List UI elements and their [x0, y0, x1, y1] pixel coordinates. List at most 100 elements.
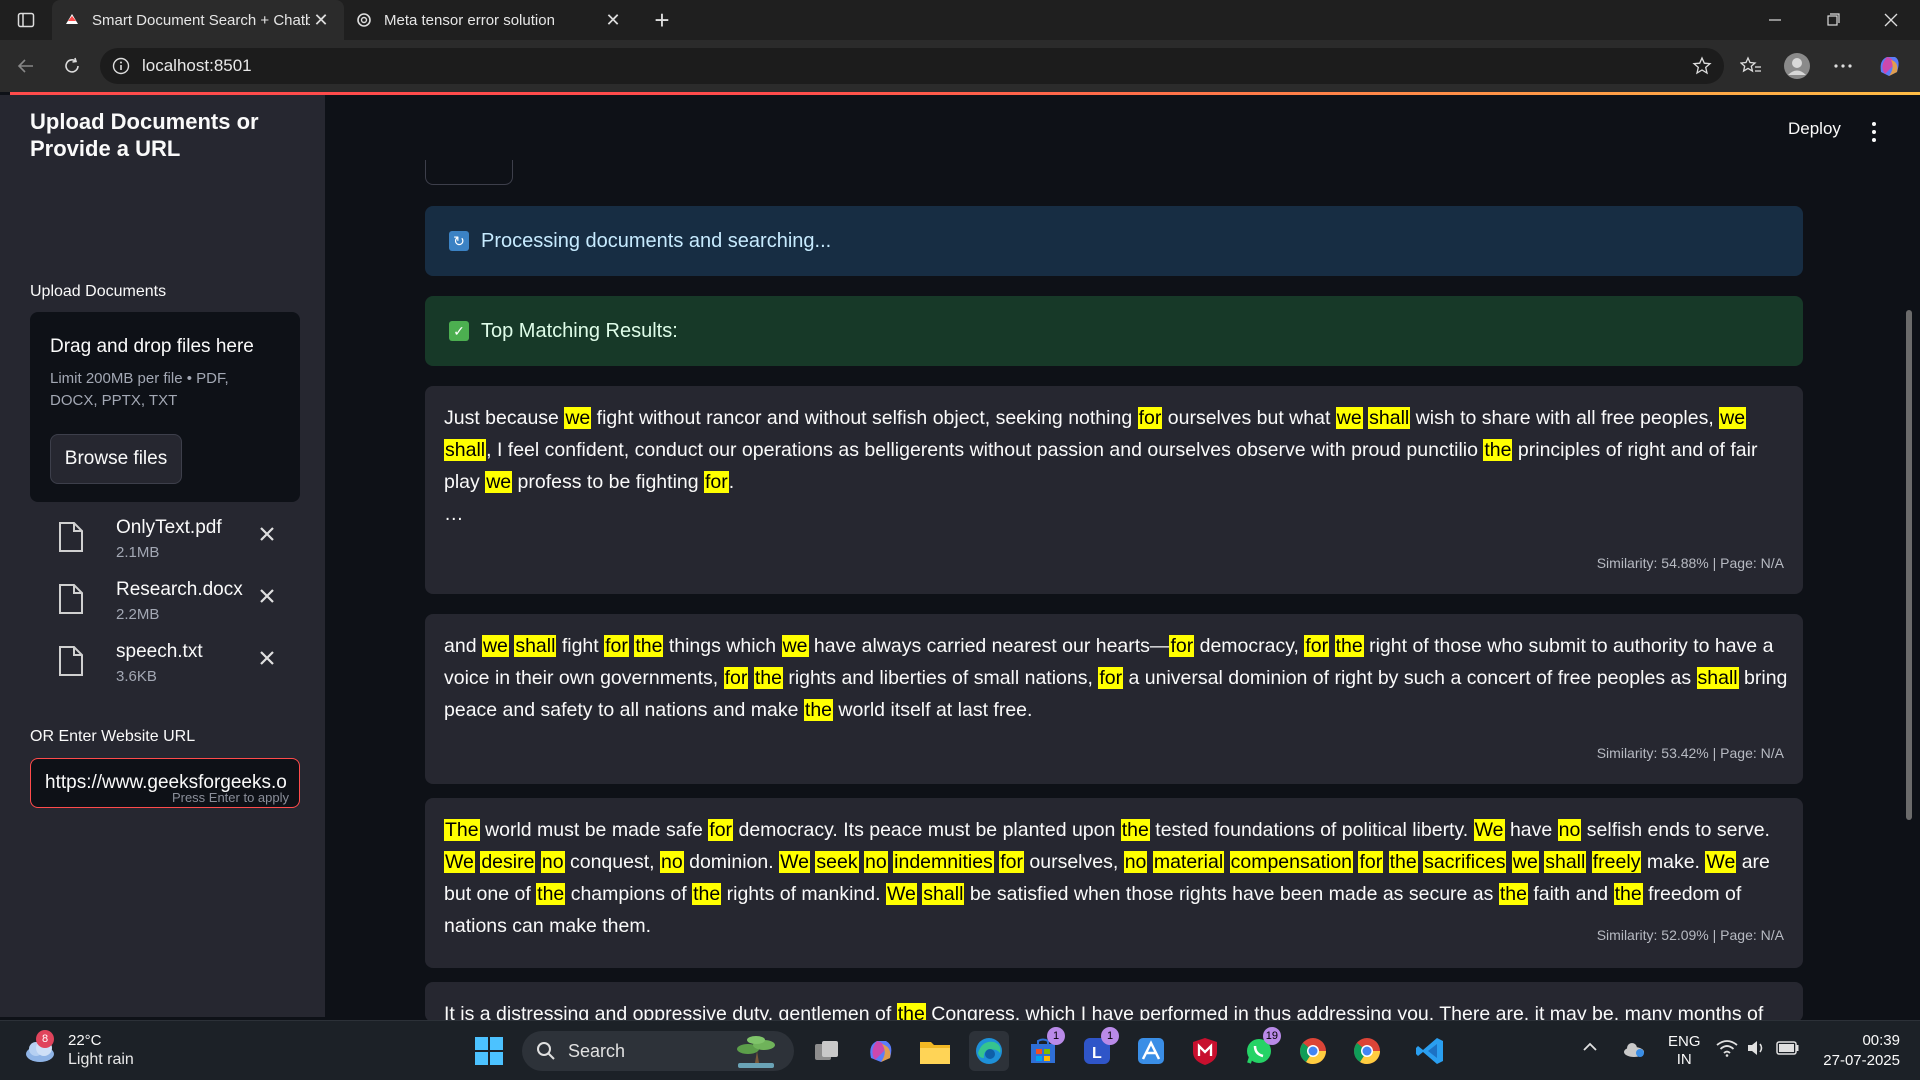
whatsapp-icon[interactable]: 19	[1239, 1027, 1281, 1071]
file-icon	[59, 584, 83, 614]
weather-desc: Light rain	[68, 1051, 134, 1068]
close-window-icon[interactable]	[1862, 0, 1920, 40]
file-size: 3.6KB	[116, 668, 157, 685]
more-options-icon[interactable]	[1820, 44, 1866, 88]
language-code: ENG	[1668, 1033, 1701, 1050]
l-app-icon[interactable]: L1	[1077, 1027, 1119, 1071]
website-url-field[interactable]: Press Enter to apply	[30, 758, 300, 808]
dropzone-limit: Limit 200MB per file • PDF, DOCX, PPTX, …	[50, 370, 229, 409]
chrome-profile-icon[interactable]	[1293, 1031, 1333, 1071]
tab-actions-icon[interactable]	[0, 0, 52, 40]
uploaded-file-item: speech.txt 3.6KB	[30, 637, 300, 693]
file-size: 2.1MB	[116, 544, 160, 561]
wifi-icon[interactable]	[1716, 1039, 1738, 1057]
file-icon	[59, 646, 83, 676]
reload-icon[interactable]	[50, 44, 94, 88]
file-size: 2.2MB	[116, 606, 160, 623]
search-label: Search	[568, 1040, 626, 1061]
profile-avatar-icon[interactable]	[1774, 44, 1820, 88]
bonsai-tree-icon	[737, 1036, 775, 1068]
file-icon	[59, 522, 83, 552]
uploaded-file-item: OnlyText.pdf 2.1MB	[30, 513, 300, 569]
browser-tab-bar: Smart Document Search + Chatbot ✕ Meta t…	[0, 0, 1920, 40]
tab-meta-tensor[interactable]: Meta tensor error solution ✕	[344, 0, 636, 40]
main-scrollbar[interactable]	[1906, 310, 1912, 820]
file-name: Research.docx	[116, 579, 243, 600]
close-tab-icon[interactable]: ✕	[310, 9, 332, 31]
new-tab-button[interactable]: +	[642, 0, 682, 40]
battery-icon[interactable]	[1776, 1040, 1800, 1056]
file-explorer-icon[interactable]	[915, 1031, 955, 1071]
store-badge: 1	[1047, 1027, 1065, 1045]
tab-title: Meta tensor error solution	[384, 11, 555, 29]
main-menu-icon[interactable]	[1868, 121, 1880, 143]
weather-temp: 22°C	[68, 1032, 102, 1049]
show-hidden-icons[interactable]	[1582, 1041, 1598, 1051]
file-dropzone[interactable]: Drag and drop files here Limit 200MB per…	[30, 312, 300, 502]
whatsapp-badge: 19	[1262, 1027, 1281, 1045]
upload-label: Upload Documents	[30, 283, 167, 300]
onedrive-icon[interactable]	[1622, 1039, 1646, 1059]
uploaded-file-item: Research.docx 2.2MB	[30, 575, 300, 631]
result-text: and we shall fight for the things which …	[444, 635, 1788, 721]
clock-time: 00:39	[1862, 1032, 1900, 1049]
sidebar-title: Upload Documents or Provide a URL	[30, 109, 259, 161]
similarity-label: Similarity: 53.42% | Page: N/A	[1596, 745, 1784, 761]
remove-file-icon[interactable]	[258, 587, 276, 605]
file-name: OnlyText.pdf	[116, 517, 222, 538]
close-tab-icon[interactable]: ✕	[602, 9, 624, 31]
volume-icon[interactable]	[1746, 1039, 1768, 1057]
result-card: The world must be made safe for democrac…	[425, 798, 1803, 968]
openai-favicon-icon	[357, 13, 371, 27]
vscode-icon[interactable]	[1410, 1031, 1450, 1071]
check-icon: ✓	[449, 321, 469, 341]
result-text: It is a distressing and oppressive duty,…	[444, 998, 1789, 1022]
tab-title: Smart Document Search + Chatbot	[92, 11, 310, 29]
clock-date: 27-07-2025	[1823, 1052, 1900, 1069]
ms-store-icon[interactable]: 1	[1023, 1027, 1065, 1071]
streamlit-favicon-icon	[66, 14, 78, 24]
site-info-icon[interactable]	[112, 57, 130, 75]
maximize-icon[interactable]	[1804, 0, 1862, 40]
result-text: Just because we fight without rancor and…	[444, 407, 1758, 525]
address-input[interactable]: localhost:8501	[100, 48, 1724, 84]
edge-browser-icon[interactable]	[969, 1031, 1009, 1071]
processing-text: Processing documents and searching...	[481, 229, 832, 252]
processing-status: ↻ Processing documents and searching...	[425, 206, 1803, 276]
file-name: speech.txt	[116, 641, 203, 662]
l-app-badge: 1	[1101, 1027, 1119, 1045]
mcafee-icon[interactable]	[1185, 1031, 1225, 1071]
system-clock[interactable]: 00:39 27-07-2025	[1820, 1031, 1900, 1071]
result-ellipsis: …	[444, 503, 464, 525]
code-app-icon[interactable]	[1131, 1031, 1171, 1071]
result-card: and we shall fight for the things which …	[425, 614, 1803, 784]
favorites-icon[interactable]	[1728, 44, 1774, 88]
remove-file-icon[interactable]	[258, 525, 276, 543]
weather-widget[interactable]: 8 22°C Light rain	[22, 1030, 134, 1069]
results-title: Top Matching Results:	[481, 319, 678, 342]
tab-smart-document-search[interactable]: Smart Document Search + Chatbot ✕	[52, 0, 344, 40]
press-enter-hint: Press Enter to apply	[171, 790, 289, 805]
back-icon[interactable]	[4, 44, 48, 88]
copilot-taskbar-icon[interactable]	[861, 1031, 901, 1071]
result-text: The world must be made safe for democrac…	[444, 819, 1770, 937]
dropzone-title: Drag and drop files here	[50, 336, 254, 357]
svg-text:L: L	[1092, 1045, 1102, 1062]
submit-button-partial[interactable]	[425, 160, 513, 185]
deploy-button[interactable]: Deploy	[1788, 119, 1841, 139]
minimize-icon[interactable]	[1746, 0, 1804, 40]
similarity-label: Similarity: 54.88% | Page: N/A	[1596, 555, 1784, 571]
browse-files-button[interactable]: Browse files	[50, 434, 182, 484]
url-text: localhost:8501	[142, 56, 252, 75]
remove-file-icon[interactable]	[258, 649, 276, 667]
weather-badge: 8	[36, 1030, 54, 1048]
chrome-icon[interactable]	[1347, 1031, 1387, 1071]
copilot-icon[interactable]	[1866, 44, 1912, 88]
favorite-star-icon[interactable]	[1692, 56, 1712, 76]
windows-taskbar: 8 22°C Light rain Search 1 L1 19 ENG IN …	[0, 1020, 1920, 1080]
windows-start-icon[interactable]	[469, 1031, 509, 1071]
taskbar-search-box[interactable]: Search	[522, 1031, 794, 1071]
result-card-partial: It is a distressing and oppressive duty,…	[425, 982, 1803, 1022]
task-view-icon[interactable]	[807, 1031, 847, 1071]
result-card: Just because we fight without rancor and…	[425, 386, 1803, 594]
